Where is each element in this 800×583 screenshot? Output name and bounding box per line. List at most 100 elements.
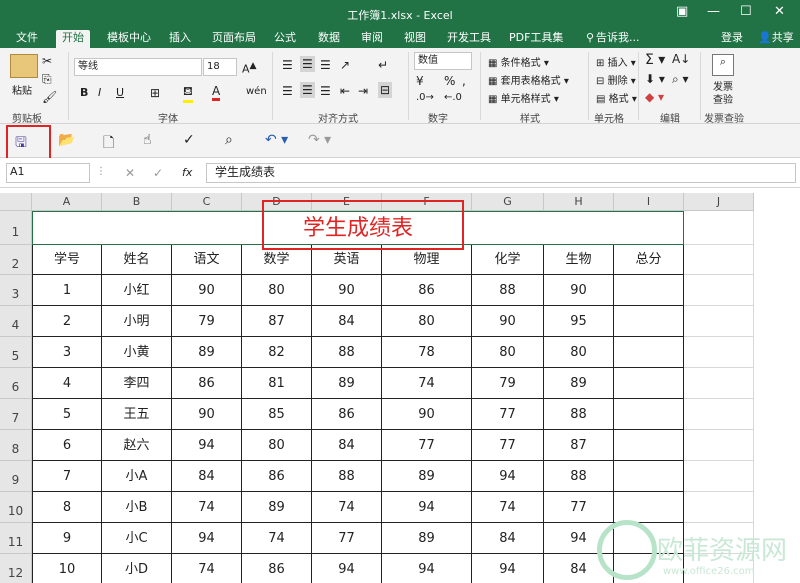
- tab-view[interactable]: 视图: [398, 30, 432, 48]
- data-cell[interactable]: 86: [242, 461, 312, 492]
- delete-cells-button[interactable]: ⊟ 删除 ▾: [596, 72, 636, 87]
- row-header-7[interactable]: 7: [0, 399, 32, 430]
- data-cell[interactable]: 2: [32, 306, 102, 337]
- data-cell[interactable]: [614, 337, 684, 368]
- empty-cell[interactable]: [684, 211, 754, 245]
- data-cell[interactable]: 小黄: [102, 337, 172, 368]
- data-cell[interactable]: 89: [312, 368, 382, 399]
- data-cell[interactable]: 88: [312, 461, 382, 492]
- data-cell[interactable]: 9: [32, 523, 102, 554]
- column-header-i[interactable]: I: [614, 193, 684, 211]
- data-cell[interactable]: 94: [172, 523, 242, 554]
- header-cell[interactable]: 生物: [544, 245, 614, 275]
- empty-cell[interactable]: [684, 337, 754, 368]
- data-cell[interactable]: 77: [312, 523, 382, 554]
- increase-decimal-icon[interactable]: .0→: [416, 92, 434, 103]
- percent-icon[interactable]: %: [444, 74, 455, 88]
- font-size-select[interactable]: 18: [203, 58, 237, 76]
- minimize-icon[interactable]: —: [707, 4, 720, 19]
- clear-icon[interactable]: ◆ ▾: [645, 90, 664, 104]
- empty-cell[interactable]: [684, 368, 754, 399]
- spellcheck-icon[interactable]: ✓: [183, 132, 195, 148]
- data-cell[interactable]: 94: [382, 492, 472, 523]
- data-cell[interactable]: 小明: [102, 306, 172, 337]
- data-cell[interactable]: 90: [472, 306, 544, 337]
- invoice-check-line2[interactable]: 查验: [713, 91, 733, 106]
- tab-page-layout[interactable]: 页面布局: [206, 30, 262, 48]
- data-cell[interactable]: 74: [382, 368, 472, 399]
- copy-icon[interactable]: ⎘: [42, 72, 52, 87]
- data-cell[interactable]: 89: [382, 461, 472, 492]
- border-icon[interactable]: ⊞: [150, 86, 160, 100]
- data-cell[interactable]: 86: [242, 554, 312, 583]
- tab-data[interactable]: 数据: [312, 30, 346, 48]
- row-header-10[interactable]: 10: [0, 492, 32, 523]
- new-document-icon[interactable]: 🗋: [103, 132, 114, 156]
- data-cell[interactable]: [614, 492, 684, 523]
- paste-button[interactable]: 粘贴: [12, 82, 32, 97]
- autosum-icon[interactable]: Σ ▾: [645, 52, 665, 68]
- find-select-icon[interactable]: ⌕ ▾: [672, 72, 689, 87]
- data-cell[interactable]: 赵六: [102, 430, 172, 461]
- data-cell[interactable]: 86: [382, 275, 472, 306]
- data-cell[interactable]: 小B: [102, 492, 172, 523]
- cancel-formula-icon[interactable]: ✕: [125, 166, 135, 180]
- data-cell[interactable]: 94: [312, 554, 382, 583]
- select-all-corner[interactable]: [0, 193, 32, 211]
- data-cell[interactable]: [614, 461, 684, 492]
- align-top-icon[interactable]: ☰: [282, 58, 293, 72]
- tab-home[interactable]: 开始: [56, 30, 90, 48]
- column-header-h[interactable]: H: [544, 193, 614, 211]
- table-format-button[interactable]: ▦ 套用表格格式 ▾: [488, 72, 569, 87]
- indent-icon[interactable]: ⇤: [340, 84, 350, 98]
- data-cell[interactable]: 8: [32, 492, 102, 523]
- tab-developer[interactable]: 开发工具: [441, 30, 497, 48]
- data-cell[interactable]: 90: [544, 275, 614, 306]
- data-cell[interactable]: 10: [32, 554, 102, 583]
- data-cell[interactable]: 74: [242, 523, 312, 554]
- undo-icon[interactable]: ↶ ▾: [265, 132, 288, 148]
- column-header-b[interactable]: B: [102, 193, 172, 211]
- data-cell[interactable]: 84: [472, 523, 544, 554]
- data-cell[interactable]: 李四: [102, 368, 172, 399]
- data-cell[interactable]: 87: [242, 306, 312, 337]
- data-cell[interactable]: 74: [472, 492, 544, 523]
- data-cell[interactable]: 7: [32, 461, 102, 492]
- empty-cell[interactable]: [684, 306, 754, 337]
- data-cell[interactable]: 94: [472, 461, 544, 492]
- row-header-4[interactable]: 4: [0, 306, 32, 337]
- align-middle-icon[interactable]: ☰: [300, 56, 315, 72]
- data-cell[interactable]: 74: [172, 492, 242, 523]
- data-cell[interactable]: 84: [172, 461, 242, 492]
- data-cell[interactable]: 86: [172, 368, 242, 399]
- data-cell[interactable]: 84: [312, 430, 382, 461]
- sort-filter-icon[interactable]: A↓: [672, 52, 690, 66]
- maximize-icon[interactable]: ☐: [740, 4, 752, 19]
- ribbon-display-icon[interactable]: ▣: [676, 4, 688, 19]
- align-bottom-icon[interactable]: ☰: [320, 58, 331, 72]
- column-header-c[interactable]: C: [172, 193, 242, 211]
- data-cell[interactable]: 77: [472, 430, 544, 461]
- data-cell[interactable]: 3: [32, 337, 102, 368]
- data-cell[interactable]: 90: [312, 275, 382, 306]
- data-cell[interactable]: [614, 399, 684, 430]
- row-header-2[interactable]: 2: [0, 245, 32, 275]
- header-cell[interactable]: 姓名: [102, 245, 172, 275]
- data-cell[interactable]: [614, 368, 684, 399]
- increase-font-icon[interactable]: A▲: [242, 60, 257, 76]
- data-cell[interactable]: 王五: [102, 399, 172, 430]
- data-cell[interactable]: 6: [32, 430, 102, 461]
- merge-center-icon[interactable]: ⊟: [378, 82, 393, 98]
- data-cell[interactable]: 90: [382, 399, 472, 430]
- data-cell[interactable]: 小C: [102, 523, 172, 554]
- format-cells-button[interactable]: ▤ 格式 ▾: [596, 90, 637, 105]
- data-cell[interactable]: 77: [382, 430, 472, 461]
- header-cell[interactable]: 语文: [172, 245, 242, 275]
- data-cell[interactable]: 88: [544, 461, 614, 492]
- share-button[interactable]: 👤共享: [752, 30, 800, 48]
- print-preview-icon[interactable]: ⌕: [225, 132, 233, 148]
- empty-cell[interactable]: [684, 399, 754, 430]
- row-header-3[interactable]: 3: [0, 275, 32, 306]
- data-cell[interactable]: 90: [172, 275, 242, 306]
- data-cell[interactable]: 88: [472, 275, 544, 306]
